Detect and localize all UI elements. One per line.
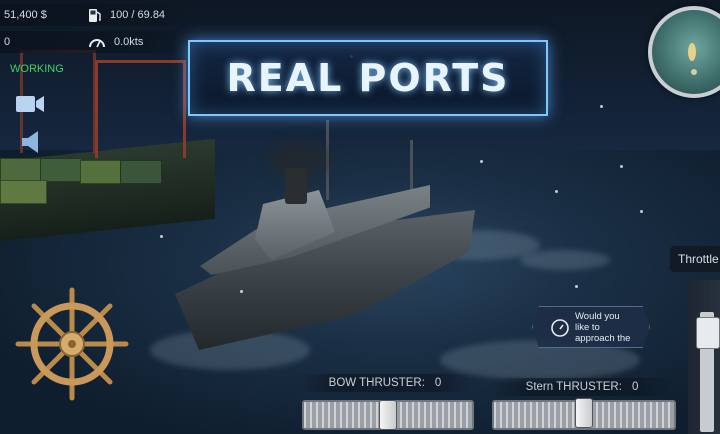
approach-prompt-button[interactable]: Would you like to approach the [532, 306, 650, 348]
fuel-value: 100 / 69.84 [110, 9, 166, 21]
cargo-container [40, 158, 82, 182]
speed-value: 0.0kts [114, 36, 144, 48]
snowflake [640, 210, 643, 213]
bow-thruster-label-row: BOW THRUSTER: 0 [300, 374, 470, 392]
snowflake [240, 290, 243, 293]
snowflake [480, 160, 483, 163]
bow-thruster-label: BOW THRUSTER: [328, 377, 425, 389]
approach-text-line1: Would you [575, 310, 620, 322]
throttle-handle[interactable] [696, 316, 720, 349]
speedometer-icon [88, 35, 114, 49]
snowflake [555, 190, 558, 193]
throttle-label: Throttle [670, 246, 720, 272]
cargo-container [120, 160, 162, 184]
speaker-icon[interactable] [18, 128, 46, 156]
hud-money-fuel-row: 51,400 $ 100 / 69.84 [0, 4, 185, 26]
video-camera-icon[interactable] [14, 92, 46, 116]
snowflake [160, 235, 163, 238]
stern-thruster-value: 0 [631, 381, 639, 393]
status-text: WORKING [10, 63, 64, 75]
wave-foam [520, 250, 610, 270]
bow-thruster-value: 0 [434, 377, 442, 389]
snowflake [620, 165, 623, 168]
bow-thruster-handle[interactable] [379, 400, 397, 430]
stern-thruster-label: Stern THRUSTER: [525, 381, 622, 393]
counter-value: 0 [4, 36, 11, 48]
cargo-container [0, 158, 42, 182]
snowflake [575, 285, 578, 288]
snowflake [600, 105, 603, 108]
money-value: 51,400 $ [4, 9, 47, 21]
port-crane [95, 60, 186, 158]
hud-counter-speed-row: 0 0.0kts [0, 31, 185, 53]
speedometer-icon [551, 319, 569, 337]
real-ports-banner: REAL PORTS [188, 40, 548, 116]
approach-text-line2: like to [575, 321, 600, 333]
cargo-container [0, 180, 47, 204]
fuel-pump-icon [88, 7, 110, 23]
radar-minimap-icon[interactable] [648, 6, 720, 98]
ship-funnel [285, 168, 307, 204]
approach-text-line3: approach the [575, 332, 631, 344]
banner-title: REAL PORTS [226, 56, 510, 100]
stern-thruster-handle[interactable] [575, 398, 593, 428]
ship-wheel-icon[interactable] [14, 286, 130, 402]
cargo-container [80, 160, 122, 184]
stern-thruster-label-row: Stern THRUSTER: 0 [492, 378, 672, 396]
